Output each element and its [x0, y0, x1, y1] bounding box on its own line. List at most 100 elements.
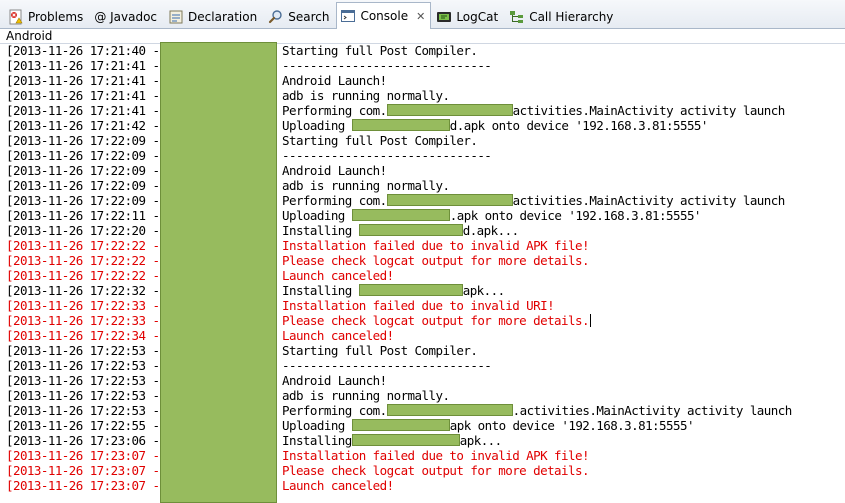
message-text: adb is running normally.	[282, 388, 450, 403]
message-text: Installation failed due to invalid URI!	[282, 298, 555, 313]
tab-label: @ Javadoc	[94, 9, 158, 24]
message-text: apk onto device '192.168.3.81:5555'	[449, 418, 695, 433]
console-line: [2013-11-26 17:21:41 - ------------------…	[6, 58, 845, 73]
console-line-error: [2013-11-26 17:22:22 - Launch canceled!	[6, 268, 845, 283]
line-message: Uploading .apk onto device '192.168.3.81…	[282, 208, 701, 223]
line-timestamp: [2013-11-26 17:21:41 -	[6, 88, 160, 103]
tab-label: Call Hierarchy	[529, 9, 614, 24]
line-message: adb is running normally.	[282, 178, 450, 193]
console-line: [2013-11-26 17:22:53 - Android Launch!	[6, 373, 845, 388]
tab-call-hierarchy[interactable]: Call Hierarchy	[505, 4, 619, 28]
console-line: [2013-11-26 17:22:09 - adb is running nor…	[6, 178, 845, 193]
line-message: Performing com. activities.MainActivity a…	[282, 103, 785, 118]
message-text: .apk onto device '192.168.3.81:5555'	[449, 208, 702, 223]
close-icon[interactable]: ✕	[416, 10, 425, 23]
tab-label: Problems	[28, 9, 84, 24]
line-message: Starting full Post Compiler.	[282, 133, 478, 148]
line-timestamp: [2013-11-26 17:23:07 -	[6, 463, 160, 478]
console-line: [2013-11-26 17:22:53 - ------------------…	[6, 358, 845, 373]
console-line-error: [2013-11-26 17:22:22 - Please check logca…	[6, 253, 845, 268]
message-text: adb is running normally.	[282, 88, 450, 103]
console-line: [2013-11-26 17:22:09 - Android Launch!	[6, 163, 845, 178]
message-text: Starting full Post Compiler.	[282, 343, 478, 358]
line-message: Installing apk...	[282, 433, 502, 448]
line-message: Launch canceled!	[282, 268, 394, 283]
line-timestamp: [2013-11-26 17:22:53 -	[6, 343, 160, 358]
line-message: Installing apk...	[282, 283, 505, 298]
message-text: Installing	[282, 223, 359, 238]
line-message: Starting full Post Compiler.	[282, 43, 478, 58]
redacted-package-name	[351, 119, 450, 131]
message-text: ------------------------------	[282, 58, 492, 73]
message-text: d.apk onto device '192.168.3.81:5555'	[449, 118, 709, 133]
tab-search[interactable]: Search	[264, 4, 335, 28]
tab-console[interactable]: Console ✕	[336, 2, 432, 29]
line-message: adb is running normally.	[282, 88, 450, 103]
line-timestamp: [2013-11-26 17:21:41 -	[6, 73, 160, 88]
message-text: Uploading	[282, 418, 352, 433]
message-text: apk...	[462, 283, 505, 298]
message-text: Uploading	[282, 208, 352, 223]
message-text: Performing com.	[282, 193, 387, 208]
tab-label: Search	[288, 9, 330, 24]
line-message: Uploading d.apk onto device '192.168.3.8…	[282, 118, 708, 133]
console-line-error: [2013-11-26 17:22:33 - Please check logca…	[6, 313, 845, 328]
message-text: Installation failed due to invalid APK f…	[282, 448, 589, 463]
message-text: Starting full Post Compiler.	[282, 43, 478, 58]
line-message: Android Launch!	[282, 163, 387, 178]
line-message: Launch canceled!	[282, 478, 394, 493]
line-message: Installing d.apk...	[282, 223, 519, 238]
tab-problems[interactable]: Problems	[4, 4, 89, 28]
logcat-icon	[437, 11, 452, 22]
line-message: Starting full Post Compiler.	[282, 343, 478, 358]
line-message: Please check logcat output for more deta…	[282, 253, 589, 268]
console-line: [2013-11-26 17:22:32 - Installing apk...	[6, 283, 845, 298]
line-message: Installation failed due to invalid URI!	[282, 298, 555, 313]
console-line-error: [2013-11-26 17:23:07 - Please check logca…	[6, 463, 845, 478]
message-text: Launch canceled!	[282, 478, 394, 493]
message-text: ------------------------------	[282, 148, 492, 163]
line-message: ------------------------------	[282, 358, 492, 373]
view-tab-bar: Problems @ Javadoc Declaration Search Co…	[0, 0, 845, 29]
console-line: [2013-11-26 17:21:41 - Android Launch!	[6, 73, 845, 88]
line-message: Android Launch!	[282, 373, 387, 388]
message-text: Launch canceled!	[282, 268, 394, 283]
tab-logcat[interactable]: LogCat	[432, 4, 504, 28]
line-timestamp: [2013-11-26 17:21:42 -	[6, 118, 160, 133]
redacted-package-name	[358, 284, 463, 296]
tab-declaration[interactable]: Declaration	[164, 4, 263, 28]
line-message: Installation failed due to invalid APK f…	[282, 238, 589, 253]
message-text: activities.MainActivity activity launch	[512, 103, 786, 118]
console-output[interactable]: [2013-11-26 17:21:40 - Starting full Post…	[6, 43, 845, 503]
console-line-error: [2013-11-26 17:23:07 - Installation faile…	[6, 448, 845, 463]
redacted-package-name	[351, 419, 450, 431]
console-line: [2013-11-26 17:22:09 - Performing com. act…	[6, 193, 845, 208]
line-message: Android Launch!	[282, 73, 387, 88]
tab-javadoc[interactable]: @ Javadoc	[90, 4, 163, 28]
console-line-error: [2013-11-26 17:22:22 - Installation faile…	[6, 238, 845, 253]
message-text: Launch canceled!	[282, 328, 394, 343]
redacted-package-name	[351, 434, 460, 446]
line-message: Uploading apk onto device '192.168.3.81:…	[282, 418, 694, 433]
line-timestamp: [2013-11-26 17:22:53 -	[6, 403, 160, 418]
message-text: Android Launch!	[282, 373, 387, 388]
line-timestamp: [2013-11-26 17:22:34 -	[6, 328, 160, 343]
line-timestamp: [2013-11-26 17:22:22 -	[6, 253, 160, 268]
console-line: [2013-11-26 17:22:53 - adb is running nor…	[6, 388, 845, 403]
message-text: .activities.MainActivity activity launch	[512, 403, 793, 418]
line-timestamp: [2013-11-26 17:22:22 -	[6, 268, 160, 283]
console-line: [2013-11-26 17:21:42 - Uploading d.apk on…	[6, 118, 845, 133]
redacted-package-name	[386, 104, 513, 116]
message-text: Please check logcat output for more deta…	[282, 463, 589, 478]
message-text: Uploading	[282, 118, 352, 133]
line-timestamp: [2013-11-26 17:21:40 -	[6, 43, 160, 58]
console-line: [2013-11-26 17:23:06 - Installing apk...	[6, 433, 845, 448]
problems-icon	[9, 9, 23, 24]
console-line: [2013-11-26 17:21:40 - Starting full Post…	[6, 43, 845, 58]
redacted-package-name	[386, 194, 513, 206]
console-line-error: [2013-11-26 17:22:33 - Installation faile…	[6, 298, 845, 313]
line-timestamp: [2013-11-26 17:22:20 -	[6, 223, 160, 238]
console-line: [2013-11-26 17:21:41 - Performing com. act…	[6, 103, 845, 118]
message-text: Starting full Post Compiler.	[282, 133, 478, 148]
line-timestamp: [2013-11-26 17:22:55 -	[6, 418, 160, 433]
